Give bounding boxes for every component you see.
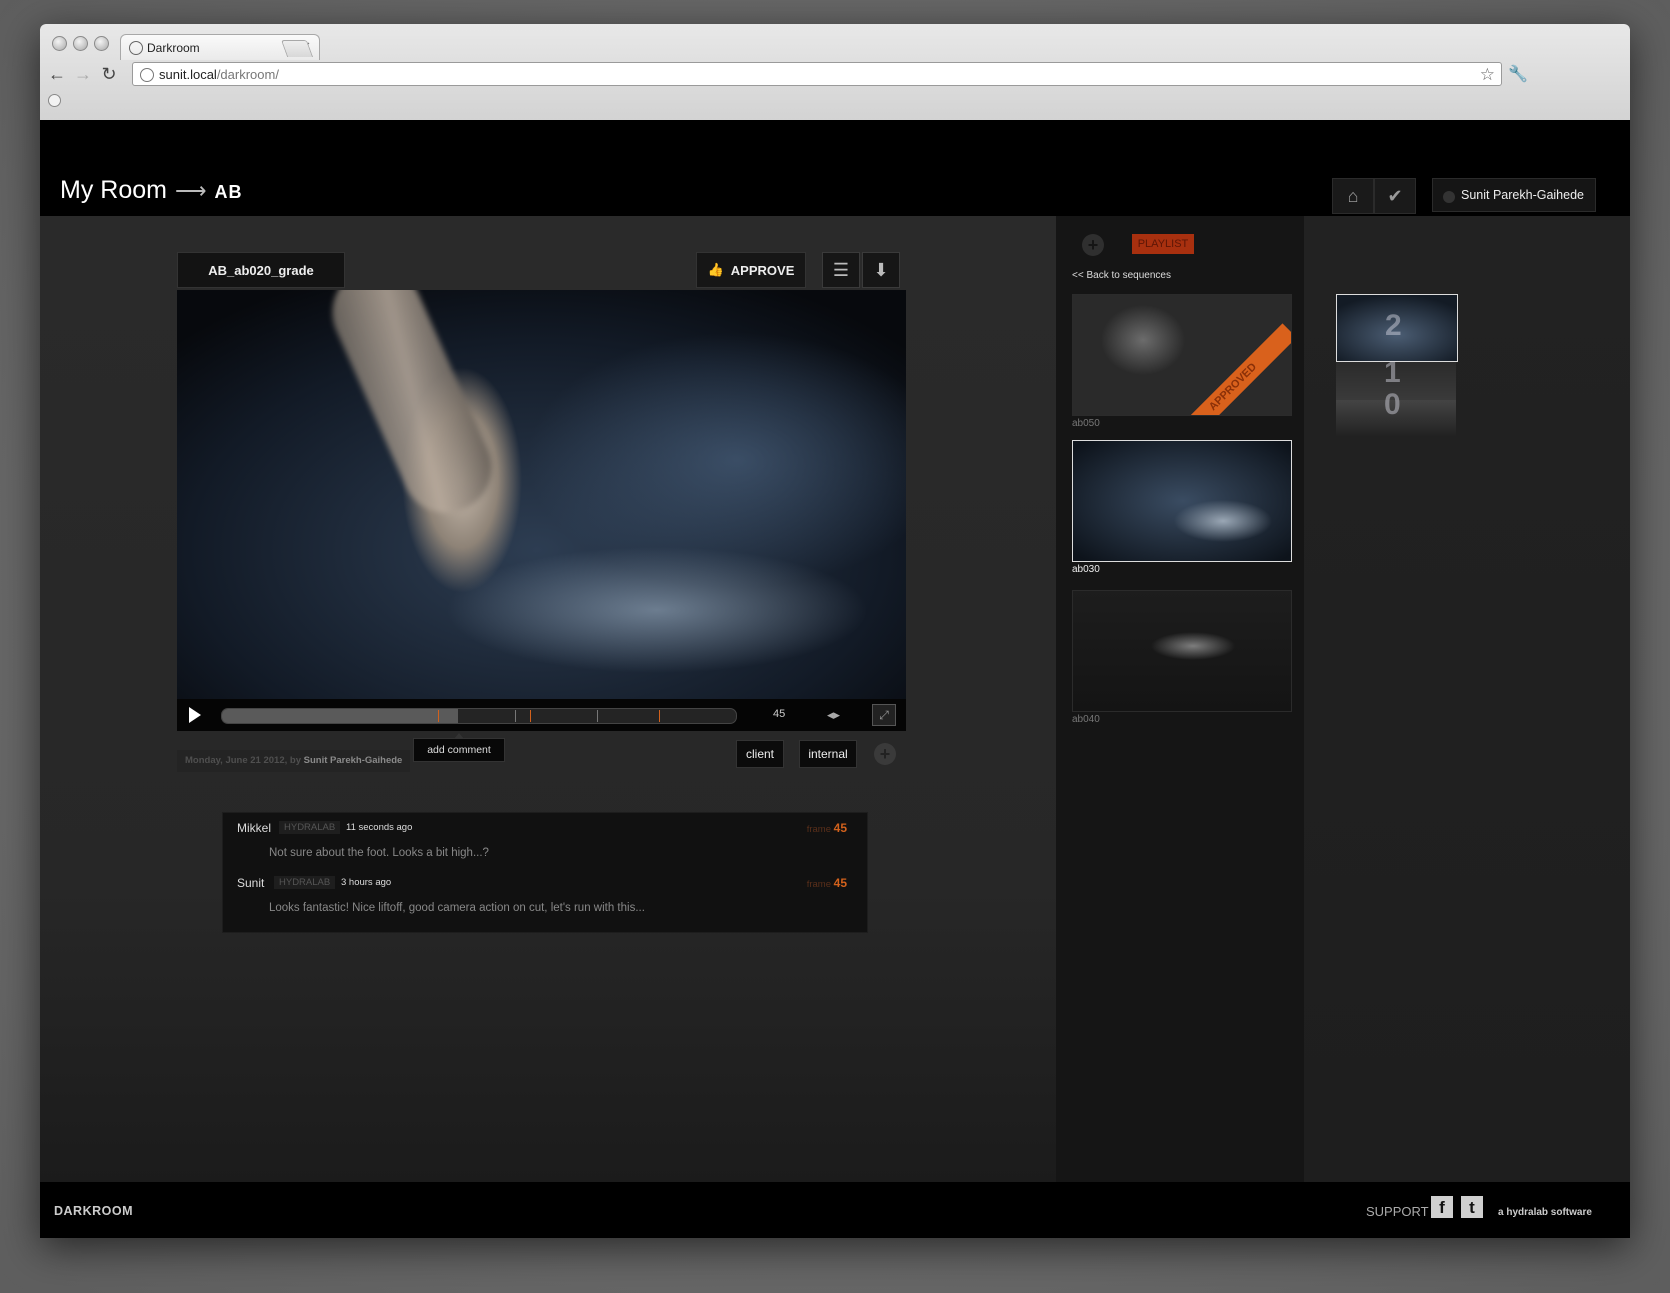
footer-credit: a hydralab software <box>1498 1207 1592 1218</box>
user-name: Sunit Parekh-Gaihede <box>1461 188 1584 202</box>
scrub-bar[interactable] <box>221 708 737 724</box>
comment-item: Mikkel HYDRALAB 11 seconds ago frame 45 … <box>237 821 853 869</box>
forward-arrow-icon[interactable]: → <box>72 64 94 85</box>
scrub-progress <box>222 709 458 723</box>
footer-brand: DARKROOM <box>54 1204 133 1218</box>
shot-meta: Monday, June 21 2012, by Sunit Parekh-Ga… <box>177 750 411 772</box>
download-arrow-icon: ⬇ <box>873 259 889 280</box>
version-number: 1 <box>1384 356 1401 389</box>
home-button[interactable]: ⌂ <box>1332 178 1374 214</box>
shot-thumbnail-ab030[interactable] <box>1072 440 1292 562</box>
check-circle-icon: ✔ <box>1387 185 1403 206</box>
comment-text: Not sure about the foot. Looks a bit hig… <box>269 847 489 859</box>
add-comment-tooltip[interactable]: add comment <box>413 733 505 762</box>
user-status-icon <box>1443 191 1455 203</box>
url-path: /darkroom/ <box>216 67 279 82</box>
comment-time: 11 seconds ago <box>346 822 413 833</box>
shot-thumbnail-ab050[interactable]: APPROVED <box>1072 294 1292 416</box>
shot-label: ab040 <box>1072 714 1100 725</box>
comment-frame-link[interactable]: frame 45 <box>807 821 847 835</box>
add-tag-button[interactable]: + <box>874 743 896 765</box>
shot-thumbnail-ab040[interactable] <box>1072 590 1292 712</box>
window-controls <box>52 36 109 51</box>
version-number: 0 <box>1384 388 1401 421</box>
back-arrow-icon[interactable]: ← <box>46 64 68 85</box>
version-card[interactable]: 2 <box>1336 294 1458 362</box>
player-panel: AB_ab020_grade 👍 APPROVE ☰ ⬇ 45 ◂▸ ⤢ Mon… <box>40 216 1056 1182</box>
frame-counter: 45 <box>773 708 786 720</box>
reload-icon[interactable]: ↻ <box>98 64 120 85</box>
wrench-icon[interactable]: 🔧 <box>1508 64 1528 84</box>
breadcrumb-arrow-icon: ⟶ <box>174 178 207 203</box>
version-number: 2 <box>1385 309 1402 342</box>
twitter-icon[interactable]: t <box>1461 1196 1483 1218</box>
user-menu[interactable]: Sunit Parekh-Gaihede <box>1432 178 1596 212</box>
browser-chrome: Darkroom ✕ ← → ↻ sunit.local/darkroom/ ☆… <box>40 24 1630 121</box>
play-icon[interactable] <box>189 707 201 723</box>
browser-window: Darkroom ✕ ← → ↻ sunit.local/darkroom/ ☆… <box>40 24 1630 1238</box>
version-stack[interactable]: 2 1 0 <box>1336 294 1460 440</box>
fullscreen-icon: ⤢ <box>879 708 889 722</box>
url-host: sunit.local <box>159 67 217 82</box>
list-icon: ☰ <box>832 259 850 280</box>
comment-frame-link[interactable]: frame 45 <box>807 876 847 890</box>
approved-ribbon: APPROVED <box>1169 323 1291 415</box>
playlist-button[interactable]: PLAYLIST <box>1132 234 1194 254</box>
tab-favicon-icon <box>129 41 143 55</box>
fullscreen-button[interactable]: ⤢ <box>872 704 896 726</box>
approve-button[interactable]: 👍 APPROVE <box>696 252 806 288</box>
close-window-button[interactable] <box>52 36 67 51</box>
site-globe-icon <box>140 68 154 82</box>
comment-marker[interactable] <box>597 710 598 722</box>
playlist-sidebar: + PLAYLIST << Back to sequences APPROVED… <box>1056 216 1304 1182</box>
video-frame[interactable] <box>177 290 906 699</box>
video-figure <box>318 290 506 528</box>
approve-filter-button[interactable]: ✔ <box>1374 178 1416 214</box>
tag-internal-button[interactable]: internal <box>799 740 857 768</box>
video-controls: 45 ◂▸ ⤢ <box>177 699 906 731</box>
meta-date: Monday, June 21 2012, by <box>185 755 301 766</box>
download-button[interactable]: ⬇ <box>862 252 900 288</box>
comment-author: Sunit <box>237 876 265 890</box>
version-stack-panel: 2 1 0 <box>1304 216 1630 1182</box>
comment-text: Looks fantastic! Nice liftoff, good came… <box>269 902 645 914</box>
shot-label: ab050 <box>1072 418 1100 429</box>
comment-time: 3 hours ago <box>341 877 392 888</box>
comment-author: Mikkel <box>237 821 272 835</box>
app-header: My Room ⟶ AB ⌂ ✔ Sunit Parekh-Gaihede <box>40 120 1630 216</box>
home-icon: ⌂ <box>1347 185 1359 206</box>
shot-title: AB_ab020_grade <box>177 252 345 288</box>
address-bar[interactable]: sunit.local/darkroom/ ☆ <box>132 62 1502 86</box>
shot-label: ab030 <box>1072 564 1100 575</box>
approve-label: APPROVE <box>730 262 795 278</box>
breadcrumb: My Room ⟶ AB <box>60 176 243 205</box>
bookmark-star-icon[interactable]: ☆ <box>1480 63 1495 87</box>
comment-marker[interactable] <box>438 710 439 722</box>
breadcrumb-project: AB <box>214 182 243 202</box>
comment-org-badge: HYDRALAB <box>274 876 336 889</box>
meta-author: Sunit Parekh-Gaihede <box>303 755 403 766</box>
breadcrumb-room[interactable]: My Room <box>60 176 167 204</box>
bookmark-globe-icon[interactable] <box>48 94 61 107</box>
comments-list: Mikkel HYDRALAB 11 seconds ago frame 45 … <box>222 812 868 933</box>
support-link[interactable]: SUPPORT <box>1366 1204 1429 1219</box>
comment-marker[interactable] <box>515 710 516 722</box>
zoom-window-button[interactable] <box>94 36 109 51</box>
minimize-window-button[interactable] <box>73 36 88 51</box>
back-to-sequences-link[interactable]: << Back to sequences <box>1072 270 1171 281</box>
thumbs-up-icon: 👍 <box>707 262 724 277</box>
tab-title: Darkroom <box>147 40 200 55</box>
loop-arrows-icon[interactable]: ◂▸ <box>827 707 840 723</box>
tag-client-button[interactable]: client <box>736 740 784 768</box>
app-footer: DARKROOM SUPPORT f t a hydralab software <box>40 1182 1630 1238</box>
version-card[interactable]: 0 <box>1336 388 1456 436</box>
comment-org-badge: HYDRALAB <box>279 821 341 834</box>
comment-item: Sunit HYDRALAB 3 hours ago frame 45 Look… <box>237 876 853 924</box>
add-to-playlist-button[interactable]: + <box>1082 234 1104 256</box>
comment-marker[interactable] <box>659 710 660 722</box>
facebook-icon[interactable]: f <box>1431 1196 1453 1218</box>
comment-marker[interactable] <box>530 710 531 722</box>
notes-button[interactable]: ☰ <box>822 252 860 288</box>
darkroom-app: My Room ⟶ AB ⌂ ✔ Sunit Parekh-Gaihede AB_a… <box>40 120 1630 1238</box>
